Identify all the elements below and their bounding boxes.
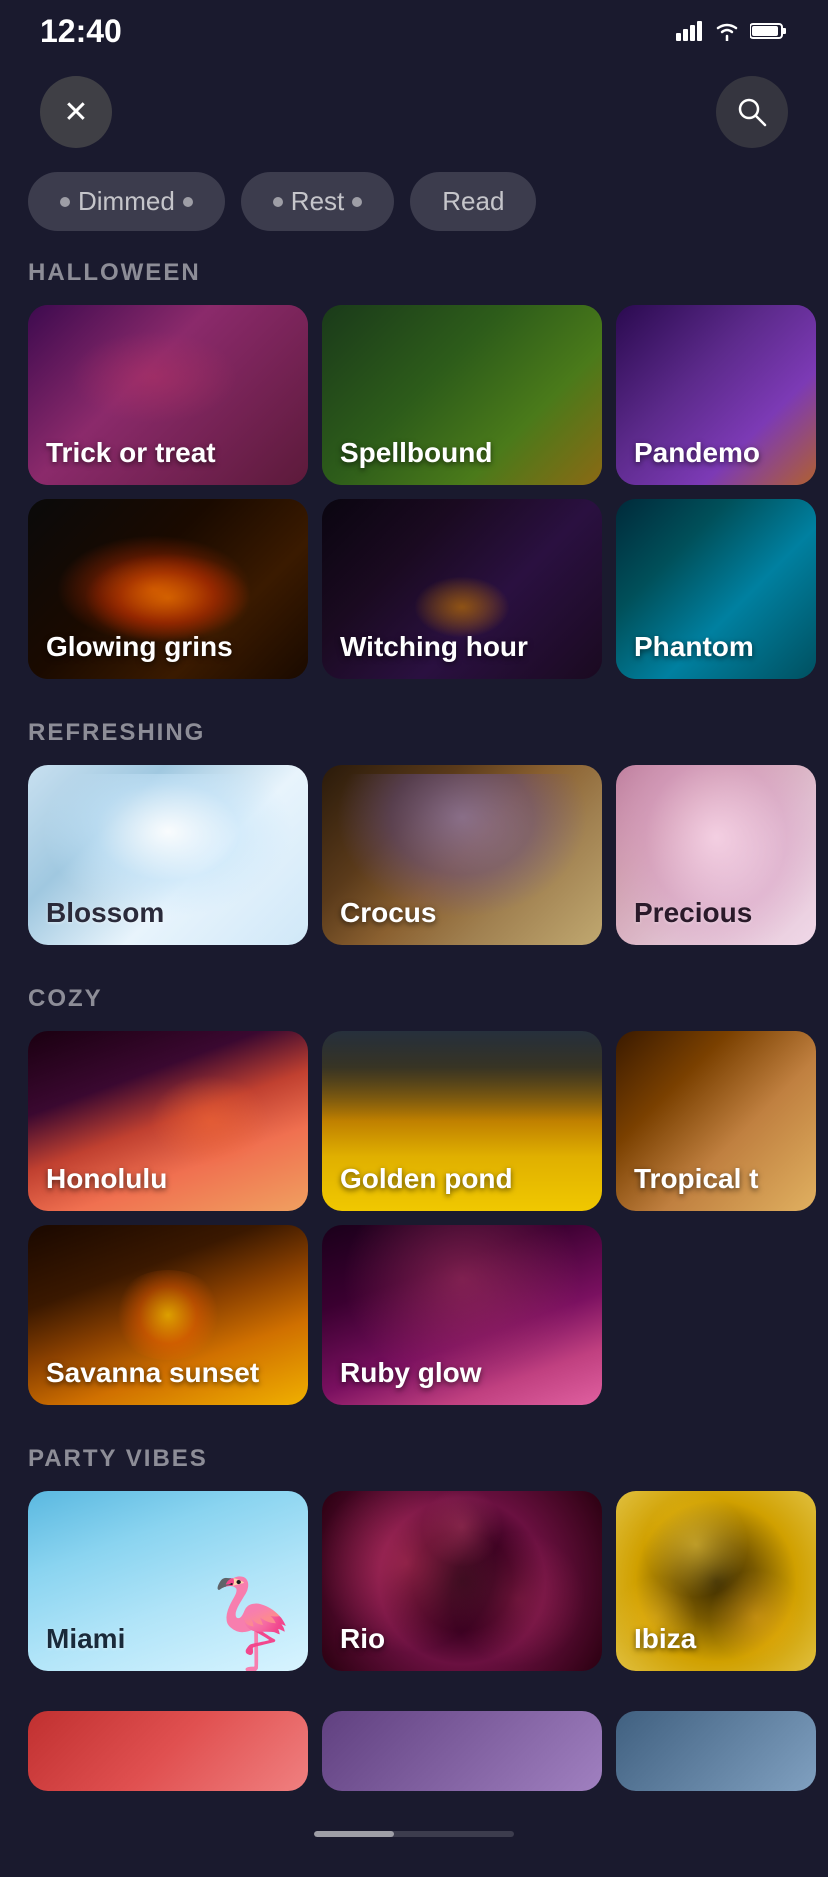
scroll-content: HALLOWEEN Trick or treat Spellbound Pand… xyxy=(0,259,828,1877)
card-label-blossom: Blossom xyxy=(46,897,164,929)
wifi-icon xyxy=(714,21,740,41)
card-label-rio: Rio xyxy=(340,1623,385,1655)
card-rio[interactable]: Rio xyxy=(322,1491,602,1671)
card-spellbound[interactable]: Spellbound xyxy=(322,305,602,485)
halloween-row-2: Glowing grins Witching hour Phantom xyxy=(0,499,828,679)
battery-icon xyxy=(750,21,788,41)
scroll-track xyxy=(314,1831,514,1837)
card-label-tropical: Tropical t xyxy=(634,1163,758,1195)
filter-dimmed-dot2 xyxy=(183,197,193,207)
section-title-cozy: COZY xyxy=(0,985,828,1031)
bottom-card-2[interactable] xyxy=(322,1711,602,1791)
card-label-golden-pond: Golden pond xyxy=(340,1163,513,1195)
card-glowing-grins[interactable]: Glowing grins xyxy=(28,499,308,679)
card-blossom[interactable]: Blossom xyxy=(28,765,308,945)
card-honolulu[interactable]: Honolulu xyxy=(28,1031,308,1211)
scroll-indicator xyxy=(0,1811,828,1837)
bottom-card-1[interactable] xyxy=(28,1711,308,1791)
scroll-thumb xyxy=(314,1831,394,1837)
card-savanna-sunset[interactable]: Savanna sunset xyxy=(28,1225,308,1405)
section-cozy: COZY Honolulu Golden pond Tropical t xyxy=(0,985,828,1405)
filter-read-label: Read xyxy=(442,186,504,217)
card-tropical[interactable]: Tropical t xyxy=(616,1031,816,1211)
card-label-glowing-grins: Glowing grins xyxy=(46,631,233,663)
section-title-party-vibes: PARTY VIBES xyxy=(0,1445,828,1491)
card-miami[interactable]: 🦩 Miami xyxy=(28,1491,308,1671)
section-title-halloween: HALLOWEEN xyxy=(0,259,828,305)
status-time: 12:40 xyxy=(40,13,122,50)
card-label-phantom: Phantom xyxy=(634,631,754,663)
status-bar: 12:40 xyxy=(0,0,828,56)
card-label-spellbound: Spellbound xyxy=(340,437,492,469)
card-label-trick-or-treat: Trick or treat xyxy=(46,437,216,469)
section-halloween: HALLOWEEN Trick or treat Spellbound Pand… xyxy=(0,259,828,679)
card-label-savanna-sunset: Savanna sunset xyxy=(46,1357,259,1389)
card-label-witching-hour: Witching hour xyxy=(340,631,528,663)
card-trick-or-treat[interactable]: Trick or treat xyxy=(28,305,308,485)
section-title-refreshing: REFRESHING xyxy=(0,719,828,765)
section-party-vibes: PARTY VIBES 🦩 Miami Rio Ibiza xyxy=(0,1445,828,1671)
card-precious[interactable]: Precious xyxy=(616,765,816,945)
filter-row: Dimmed Rest Read xyxy=(0,172,828,259)
halloween-row-1: Trick or treat Spellbound Pandemo xyxy=(0,305,828,485)
filter-read[interactable]: Read xyxy=(410,172,536,231)
card-label-miami: Miami xyxy=(46,1623,125,1655)
card-label-honolulu: Honolulu xyxy=(46,1163,167,1195)
card-phantom[interactable]: Phantom xyxy=(616,499,816,679)
filter-rest[interactable]: Rest xyxy=(241,172,394,231)
status-icons xyxy=(676,21,788,41)
cozy-row-1: Honolulu Golden pond Tropical t xyxy=(0,1031,828,1211)
card-label-pandemo: Pandemo xyxy=(634,437,760,469)
filter-rest-dot2 xyxy=(352,197,362,207)
filter-dimmed[interactable]: Dimmed xyxy=(28,172,225,231)
card-label-ibiza: Ibiza xyxy=(634,1623,696,1655)
top-bar: ✕ xyxy=(0,56,828,172)
card-ruby-glow[interactable]: Ruby glow xyxy=(322,1225,602,1405)
search-icon xyxy=(736,96,768,128)
filter-rest-dot xyxy=(273,197,283,207)
filter-dimmed-label: Dimmed xyxy=(78,186,175,217)
party-row-1: 🦩 Miami Rio Ibiza xyxy=(0,1491,828,1671)
search-button[interactable] xyxy=(716,76,788,148)
card-label-ruby-glow: Ruby glow xyxy=(340,1357,482,1389)
card-witching-hour[interactable]: Witching hour xyxy=(322,499,602,679)
card-label-crocus: Crocus xyxy=(340,897,436,929)
card-label-precious: Precious xyxy=(634,897,752,929)
close-icon: ✕ xyxy=(63,95,88,130)
cozy-row-2: Savanna sunset Ruby glow xyxy=(0,1225,828,1405)
close-button[interactable]: ✕ xyxy=(40,76,112,148)
card-ibiza[interactable]: Ibiza xyxy=(616,1491,816,1671)
bottom-card-3[interactable] xyxy=(616,1711,816,1791)
card-pandemo[interactable]: Pandemo xyxy=(616,305,816,485)
bottom-partial-row xyxy=(0,1711,828,1791)
filter-rest-label: Rest xyxy=(291,186,344,217)
filter-dimmed-dot xyxy=(60,197,70,207)
section-refreshing: REFRESHING Blossom Crocus Precious xyxy=(0,719,828,945)
card-golden-pond[interactable]: Golden pond xyxy=(322,1031,602,1211)
card-crocus[interactable]: Crocus xyxy=(322,765,602,945)
signal-icon xyxy=(676,21,704,41)
refreshing-row-1: Blossom Crocus Precious xyxy=(0,765,828,945)
